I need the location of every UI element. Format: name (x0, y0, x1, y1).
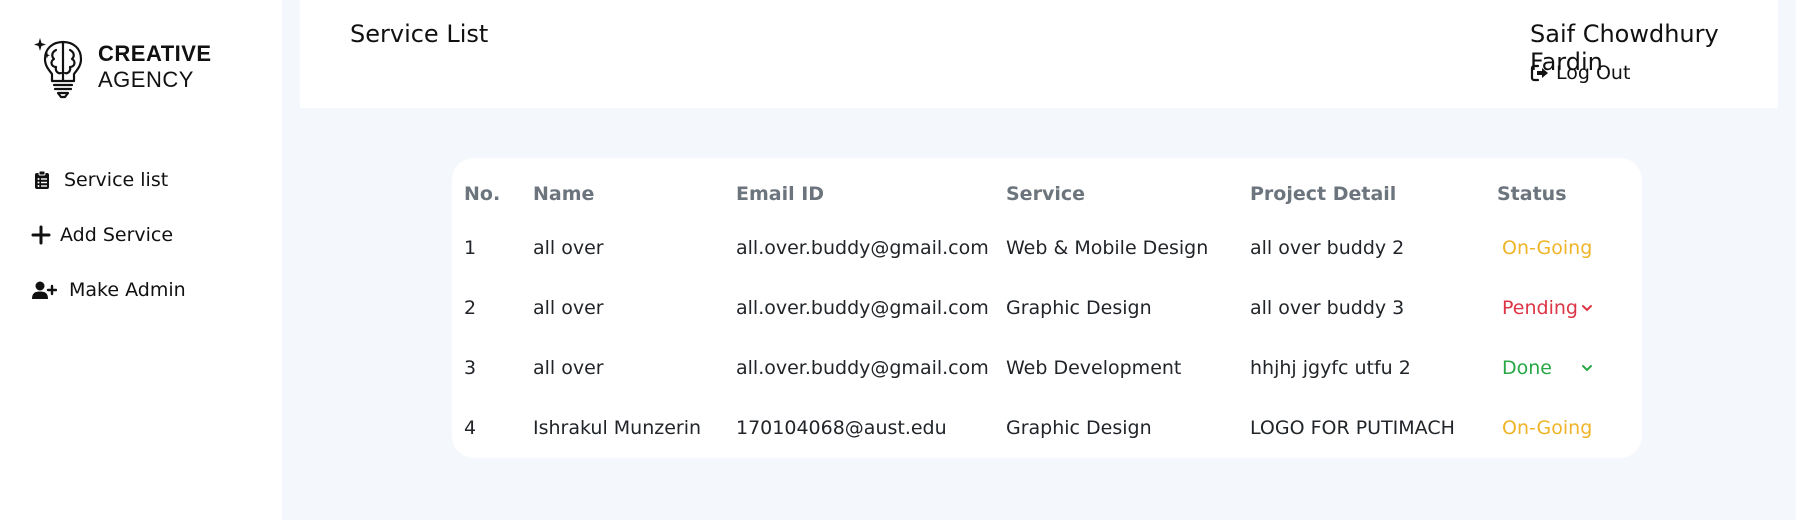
cell-name: Ishrakul Munzerin (533, 417, 702, 439)
status-value: Pending (1502, 297, 1578, 319)
cell-service: Graphic Design (1006, 417, 1152, 439)
logout-button[interactable]: Log Out (1530, 62, 1630, 84)
main-content: Service List Saif Chowdhury Fardin Log O… (282, 0, 1796, 520)
status-select[interactable]: Done (1497, 357, 1607, 379)
column-header-status: Status (1497, 183, 1567, 205)
chevron-down-icon (1582, 365, 1592, 372)
cell-service: Web & Mobile Design (1006, 237, 1209, 259)
brand-logo[interactable]: CREATIVE AGENCY (34, 34, 212, 100)
cell-project-detail: all over buddy 2 (1250, 237, 1405, 259)
cell-name: all over (533, 297, 604, 319)
column-header-name: Name (533, 183, 595, 205)
table-row: 1 all over all.over.buddy@gmail.com Web … (464, 218, 1627, 278)
top-header: Service List Saif Chowdhury Fardin Log O… (300, 0, 1778, 108)
status-value: Done (1502, 357, 1552, 379)
cell-service: Graphic Design (1006, 297, 1152, 319)
brand-line2: AGENCY (98, 67, 194, 92)
page-title: Service List (350, 20, 489, 48)
cell-status: Pending (1497, 278, 1627, 338)
table-row: 2 all over all.over.buddy@gmail.com Grap… (464, 278, 1627, 338)
brain-bulb-icon (34, 38, 83, 99)
chevron-down-icon (1582, 305, 1592, 312)
clipboard-list-icon (30, 168, 54, 192)
cell-no: 4 (464, 417, 477, 439)
status-value: On-Going (1502, 237, 1593, 259)
logout-label: Log Out (1556, 62, 1631, 84)
sidebar-nav: Service list Add Service Make Admin (30, 152, 186, 317)
cell-email: 170104068@aust.edu (736, 417, 947, 439)
sidebar: CREATIVE AGENCY Service list Add Service (0, 0, 282, 520)
sidebar-item-add-service[interactable]: Add Service (30, 207, 186, 262)
user-plus-icon (30, 278, 58, 302)
sidebar-item-make-admin[interactable]: Make Admin (30, 262, 186, 317)
table-row: 3 all over all.over.buddy@gmail.com Web … (464, 338, 1627, 398)
status-select[interactable]: On-Going (1497, 237, 1607, 259)
status-select[interactable]: On-Going (1497, 417, 1607, 439)
column-header-project-detail: Project Detail (1250, 183, 1397, 205)
cell-project-detail: all over buddy 3 (1250, 297, 1405, 319)
cell-no: 3 (464, 357, 477, 379)
cell-email: all.over.buddy@gmail.com (736, 297, 989, 319)
cell-email: all.over.buddy@gmail.com (736, 357, 989, 379)
service-table: No. Name Email ID Service Project Detail… (464, 170, 1627, 458)
sidebar-item-label: Add Service (60, 223, 174, 246)
column-header-no: No. (464, 183, 501, 205)
cell-name: all over (533, 237, 604, 259)
cell-status: On-Going (1497, 398, 1627, 458)
cell-service: Web Development (1006, 357, 1182, 379)
sign-out-icon (1530, 64, 1548, 82)
plus-icon (30, 223, 52, 247)
status-value: On-Going (1502, 417, 1593, 439)
table-row: 4 Ishrakul Munzerin 170104068@aust.edu G… (464, 398, 1627, 458)
cell-no: 1 (464, 237, 477, 259)
service-table-card: No. Name Email ID Service Project Detail… (452, 158, 1642, 458)
cell-status: Done (1497, 338, 1627, 398)
cell-no: 2 (464, 297, 477, 319)
cell-name: all over (533, 357, 604, 379)
brand-text: CREATIVE AGENCY (98, 41, 212, 93)
sidebar-item-label: Make Admin (69, 278, 186, 301)
chevron-down-icon (1592, 247, 1593, 249)
cell-email: all.over.buddy@gmail.com (736, 237, 989, 259)
table-header-row: No. Name Email ID Service Project Detail… (464, 170, 1627, 218)
status-select[interactable]: Pending (1497, 297, 1607, 319)
cell-project-detail: LOGO FOR PUTIMACH (1250, 417, 1455, 439)
sidebar-item-label: Service list (64, 168, 169, 191)
cell-project-detail: hhjhj jgyfc utfu 2 (1250, 357, 1411, 379)
column-header-email: Email ID (736, 183, 825, 205)
app-root: CREATIVE AGENCY Service list Add Service (0, 0, 1796, 520)
sidebar-item-service-list[interactable]: Service list (30, 152, 186, 207)
chevron-down-icon (1592, 427, 1593, 429)
brand-line1: CREATIVE (98, 41, 212, 66)
column-header-service: Service (1006, 183, 1085, 205)
cell-status: On-Going (1497, 218, 1627, 278)
